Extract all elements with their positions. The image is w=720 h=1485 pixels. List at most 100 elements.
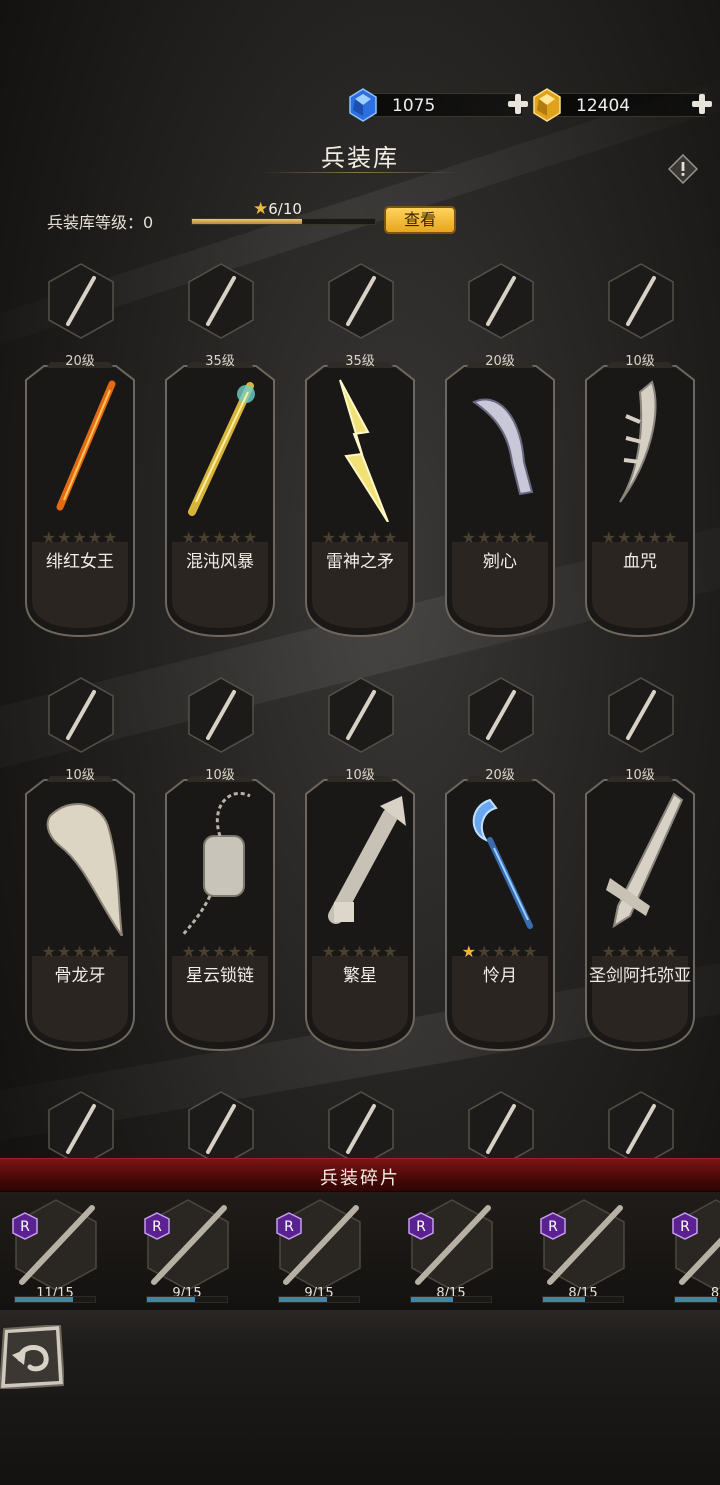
lightning-spear-thumb-icon[interactable]: [326, 262, 396, 340]
fragment-item[interactable]: R 11/15: [4, 1196, 100, 1308]
armory-level-label: 兵装库等级：0: [47, 209, 153, 233]
chaos-staff-icon: [188, 382, 255, 516]
star-icon: ★: [321, 528, 337, 547]
star-icon: ★: [383, 942, 399, 961]
fragment-progress-fill: [279, 1297, 327, 1302]
star-icon: ★: [601, 942, 617, 961]
star-icon: ★: [87, 528, 104, 547]
rarity-badge: R: [408, 1212, 434, 1240]
weapon-level: 10级: [625, 768, 655, 783]
battle-axe-icon[interactable]: [186, 1090, 256, 1158]
fragment-progress-bar: [542, 1296, 624, 1303]
weapon-level: 20级: [65, 354, 95, 369]
view-button[interactable]: 查看: [384, 206, 456, 234]
armory-level-text: 兵装库等级：: [47, 213, 144, 232]
star-icon: ★: [103, 942, 119, 961]
add-diamond-button[interactable]: [506, 92, 530, 116]
fragment-progress-bar: [410, 1296, 492, 1303]
weapon-name: 星云锁链: [186, 966, 254, 986]
curved-blade-thumb-icon[interactable]: [466, 262, 536, 340]
bone-sword-icon: [619, 380, 657, 503]
armory-screen: 1075 12404 兵装库 兵装库等级：0 ★6/10 查看 20级 ★★★★★…: [0, 0, 720, 1485]
star-icon: ★: [523, 942, 539, 961]
moon-scythe-thumb-icon[interactable]: [466, 676, 536, 754]
fragment-item[interactable]: R 8/15: [532, 1196, 628, 1308]
star-icon: ★: [647, 528, 664, 547]
star-icon: ★: [647, 942, 664, 961]
weapon-name: 圣剑阿托弥亚: [589, 966, 691, 986]
lightning-spear-icon: [339, 379, 389, 522]
holy-sword-thumb-icon[interactable]: [606, 676, 676, 754]
weapon-card[interactable]: 10级 ★★★★★ 骨龙牙: [22, 768, 138, 1052]
star-icon: ★: [196, 942, 213, 961]
star-icon: ★: [243, 942, 259, 961]
bone-sword-thumb-icon[interactable]: [606, 262, 676, 340]
blue-gem-icon: [349, 88, 377, 122]
fragment-progress-fill: [675, 1297, 718, 1302]
weapon-card[interactable]: 20级 ★★★★★ 剜心: [442, 354, 558, 638]
star-icon: ★: [476, 942, 493, 961]
star-icon: ★: [336, 942, 353, 961]
info-icon[interactable]: [668, 154, 698, 184]
title-divider: [260, 172, 460, 173]
star-icon: ★: [243, 528, 259, 547]
weapon-stars: ★★★★★: [302, 528, 418, 547]
weapon-name: 绯红女王: [46, 552, 114, 572]
star-icon: ★: [492, 942, 508, 961]
katana-icon[interactable]: [46, 1090, 116, 1158]
weapon-card[interactable]: 10级 ★★★★★ 星云锁链: [162, 768, 278, 1052]
bow-icon[interactable]: [606, 1090, 676, 1158]
svg-text:R: R: [680, 1219, 690, 1235]
svg-text:R: R: [20, 1219, 30, 1235]
weapon-stars: ★★★★★: [442, 942, 558, 961]
dragon-fang-thumb-icon[interactable]: [46, 676, 116, 754]
star-icon: ★: [196, 528, 213, 547]
cane-icon[interactable]: [466, 1090, 536, 1158]
weapon-card[interactable]: 10级 ★★★★★ 血咒: [582, 354, 698, 638]
chaos-staff-thumb-icon[interactable]: [186, 262, 256, 340]
rarity-badge: R: [540, 1212, 566, 1240]
weapon-name: 雷神之矛: [326, 552, 394, 572]
fragment-item[interactable]: R 8/15: [400, 1196, 496, 1308]
star-icon: ★: [663, 528, 679, 547]
star-icon: ★: [181, 942, 197, 961]
add-gold-button[interactable]: [690, 92, 714, 116]
chain-gauntlet-thumb-icon[interactable]: [186, 676, 256, 754]
star-icon: ★: [227, 942, 244, 961]
svg-text:R: R: [416, 1219, 426, 1235]
star-icon: ★: [663, 942, 679, 961]
weapon-card[interactable]: 20级 ★★★★★ 怜月: [442, 768, 558, 1052]
weapon-level: 10级: [65, 768, 95, 783]
gold-currency: 12404: [533, 88, 712, 122]
weapon-stars: ★★★★★: [22, 528, 138, 547]
weapon-name: 剜心: [483, 552, 517, 572]
weapon-stars: ★★★★★: [582, 528, 698, 547]
fragment-item[interactable]: R 9/15: [268, 1196, 364, 1308]
star-icon: ★: [212, 942, 228, 961]
svg-text:R: R: [152, 1219, 162, 1235]
chain-gauntlet-icon: [180, 791, 251, 936]
star-icon: ★: [383, 528, 399, 547]
armory-progress-fill: [192, 219, 302, 224]
star-icon: ★: [507, 942, 524, 961]
star-icon: ★: [461, 528, 477, 547]
armory-level-value: 0: [143, 213, 154, 232]
back-button[interactable]: [0, 1325, 64, 1389]
weapon-level: 10级: [625, 354, 655, 369]
star-icon: ★: [492, 528, 508, 547]
weapon-card[interactable]: 35级 ★★★★★ 雷神之矛: [302, 354, 418, 638]
weapon-card[interactable]: 35级 ★★★★★ 混沌风暴: [162, 354, 278, 638]
diamond-amount: 1075: [392, 96, 436, 116]
fragment-item[interactable]: R 9/15: [136, 1196, 232, 1308]
crimson-greatsword-thumb-icon[interactable]: [46, 262, 116, 340]
weapon-card[interactable]: 20级 ★★★★★ 绯红女王: [22, 354, 138, 638]
fragment-progress-fill: [411, 1297, 454, 1302]
weapon-card[interactable]: 10级 ★★★★★ 繁星: [302, 768, 418, 1052]
fragment-item[interactable]: R8: [664, 1196, 720, 1308]
weapon-level: 10级: [205, 768, 235, 783]
star-icon: ★: [87, 942, 104, 961]
weapon-stars: ★★★★★: [442, 528, 558, 547]
gun-axe-thumb-icon[interactable]: [326, 676, 396, 754]
whip-icon[interactable]: [326, 1090, 396, 1158]
weapon-card[interactable]: 10级 ★★★★★ 圣剑阿托弥亚: [582, 768, 698, 1052]
